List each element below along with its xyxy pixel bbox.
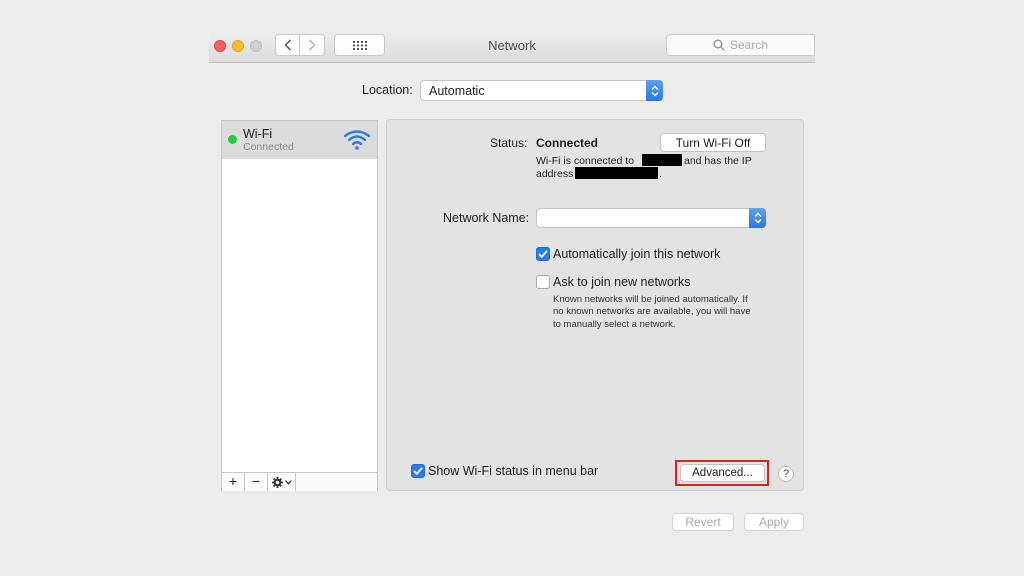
apply-button[interactable]: Apply [744, 513, 804, 531]
service-row-wifi[interactable]: Wi-Fi Connected [222, 121, 377, 159]
location-label: Location: [362, 83, 413, 97]
status-detail-line1-prefix: Wi-Fi is connected to [536, 155, 635, 167]
auto-join-label: Automatically join this network [553, 247, 721, 261]
checkmark-icon [413, 467, 423, 475]
status-detail-line2-suffix: . [659, 168, 662, 180]
location-value: Automatic [429, 84, 485, 98]
wifi-icon [343, 130, 371, 150]
list-controls-bar: + − [222, 472, 377, 491]
search-placeholder: Search [729, 38, 769, 52]
status-value: Connected [536, 136, 599, 150]
window-toolbar: Network Search [209, 30, 815, 63]
ask-join-label: Ask to join new networks [553, 275, 691, 289]
advanced-button[interactable]: Advanced... [680, 464, 765, 482]
service-name: Wi-Fi [243, 127, 273, 141]
network-name-label: Network Name: [443, 211, 530, 225]
show-wifi-status-label: Show Wi-Fi status in menu bar [428, 464, 599, 478]
revert-button[interactable]: Revert [672, 513, 734, 531]
network-name-stepper [749, 208, 766, 228]
checkmark-icon [538, 250, 548, 258]
auto-join-checkbox[interactable] [536, 247, 550, 261]
add-service-button[interactable]: + [222, 473, 245, 491]
location-popup[interactable]: Automatic [420, 80, 663, 101]
ask-join-help-line2: no known networks are available, you wil… [553, 306, 751, 317]
redacted-ip-address [575, 167, 658, 179]
status-detail-line1-suffix: and has the IP [684, 155, 752, 167]
location-stepper [646, 80, 663, 101]
ask-join-help-line1: Known networks will be joined automatica… [553, 294, 748, 305]
show-wifi-status-checkbox[interactable] [411, 464, 425, 478]
network-name-popup[interactable] [536, 208, 766, 228]
up-down-arrows-icon [754, 212, 761, 224]
service-list: Wi-Fi Connected + − [221, 120, 378, 491]
service-status: Connected [243, 141, 294, 153]
status-detail-line2-prefix: address [536, 168, 574, 180]
status-label: Status: [490, 136, 528, 150]
gear-icon [271, 476, 283, 488]
help-button[interactable]: ? [778, 466, 794, 482]
search-icon [713, 39, 725, 51]
ask-join-checkbox[interactable] [536, 275, 550, 289]
action-menu-button[interactable] [268, 473, 296, 491]
turn-wifi-off-button[interactable]: Turn Wi-Fi Off [660, 133, 766, 152]
remove-service-button[interactable]: − [245, 473, 268, 491]
up-down-arrows-icon [651, 85, 658, 96]
chevron-down-icon [284, 479, 292, 485]
status-dot [228, 135, 237, 144]
redacted-network-name [642, 154, 682, 166]
ask-join-help-line3: to manually select a network. [553, 319, 676, 330]
search-field[interactable]: Search [666, 34, 815, 56]
